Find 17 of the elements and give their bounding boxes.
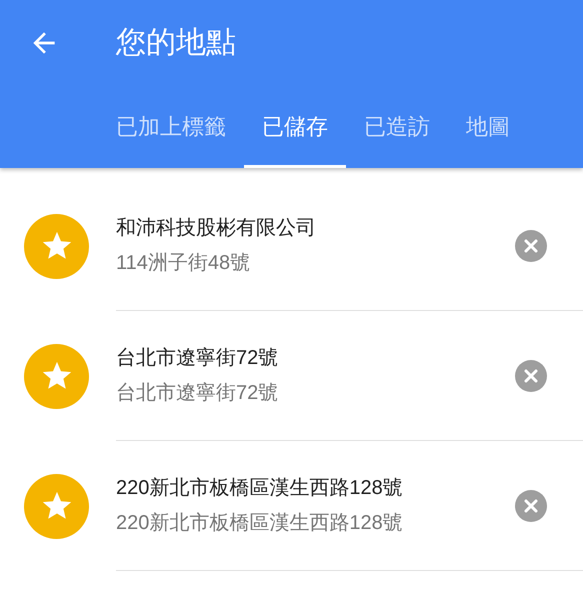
remove-button[interactable] <box>515 490 547 522</box>
place-address: 114洲子街48號 <box>116 250 252 276</box>
place-address: 台北市遼寧街72號 <box>116 380 280 406</box>
tab[interactable]: 地圖 <box>448 85 528 168</box>
close-icon <box>523 368 539 384</box>
remove-button[interactable] <box>515 360 547 392</box>
tab[interactable]: 已造訪 <box>346 85 448 168</box>
remove-button[interactable] <box>515 230 547 262</box>
place-address: 220新北市板橋區漢生西路128號 <box>116 510 404 536</box>
place-name[interactable]: 和沛科技股彬有限公司 <box>116 216 515 240</box>
close-icon <box>523 238 539 254</box>
place-name[interactable]: 台北市遼寧街72號 <box>116 346 515 370</box>
tab[interactable]: 已儲存 <box>244 85 346 168</box>
tab[interactable]: 已加上標籤 <box>98 85 244 168</box>
close-icon <box>523 498 539 514</box>
place-name[interactable]: 220新北市板橋區漢生西路128號 <box>116 476 515 500</box>
page-title: 您的地點 <box>116 28 236 58</box>
